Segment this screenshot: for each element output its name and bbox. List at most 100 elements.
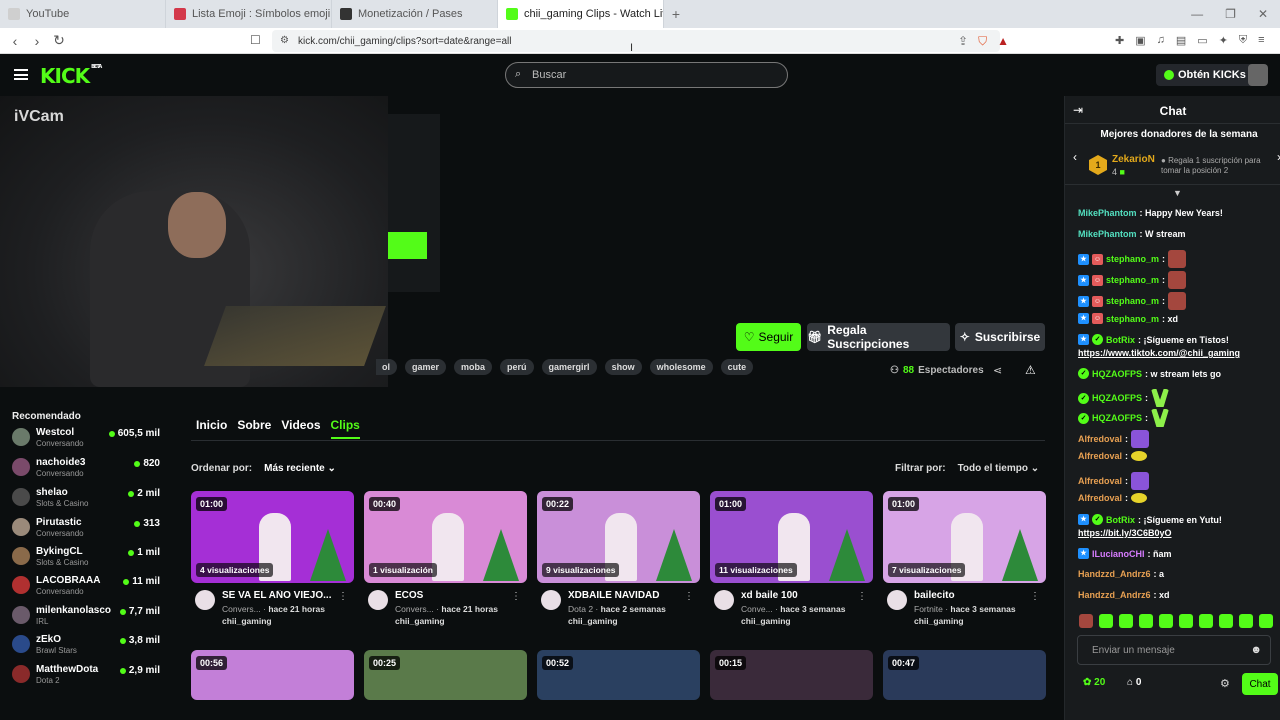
sidebar-item-channel[interactable]: shelao Slots & Casino 2 mil bbox=[12, 485, 162, 511]
more-options-icon[interactable]: ⋮ bbox=[1030, 591, 1040, 602]
more-options-icon[interactable]: ⋮ bbox=[511, 591, 521, 602]
emote-icon[interactable] bbox=[1079, 614, 1093, 628]
chat-username[interactable]: MikePhantom bbox=[1078, 208, 1137, 218]
user-avatar[interactable] bbox=[1248, 64, 1268, 86]
vpn-icon[interactable]: ⛨ bbox=[1239, 34, 1247, 47]
chat-username[interactable]: Alfredoval bbox=[1078, 476, 1122, 486]
tab-sobre[interactable]: Sobre bbox=[237, 418, 271, 439]
subscribe-button[interactable]: ✧ Suscribirse bbox=[955, 323, 1045, 351]
chat-message-input[interactable]: Enviar un mensaje ☻ bbox=[1077, 635, 1271, 665]
clip-thumbnail[interactable]: 00:52 bbox=[537, 650, 700, 700]
hamburger-menu-icon[interactable] bbox=[14, 69, 28, 80]
sidebar-item-channel[interactable]: Pirutastic Conversando 313 bbox=[12, 515, 162, 541]
emote-icon[interactable] bbox=[1199, 614, 1213, 628]
clip-channel[interactable]: chii_gaming bbox=[741, 616, 791, 626]
clip-title[interactable]: XDBAILE NAVIDAD bbox=[568, 590, 678, 601]
clip-category[interactable]: Dota 2 bbox=[568, 604, 593, 614]
chevron-left-icon[interactable]: ‹ bbox=[1073, 150, 1077, 164]
emote-icon[interactable] bbox=[1219, 614, 1233, 628]
tag[interactable]: show bbox=[604, 359, 642, 375]
rewards-triangle-icon[interactable]: ▲ bbox=[997, 34, 1009, 49]
clip-channel[interactable]: chii_gaming bbox=[222, 616, 272, 626]
menu-icon[interactable]: ≡ bbox=[1258, 34, 1264, 47]
chat-username[interactable]: HQZAOFPS bbox=[1092, 393, 1142, 403]
chat-username[interactable]: Handzzd_Andrz6 bbox=[1078, 590, 1151, 600]
emote-icon[interactable] bbox=[1239, 614, 1253, 628]
gift-subs-button[interactable]: 🎁︎ Regala Suscripciones bbox=[807, 323, 950, 351]
more-options-icon[interactable]: ⋮ bbox=[338, 591, 348, 602]
chat-link[interactable]: https://www.tiktok.com/@chii_gaming bbox=[1078, 348, 1240, 358]
clip-category[interactable]: Fortnite bbox=[914, 604, 943, 614]
browser-tab-kick[interactable]: chii_gaming Clips - Watch Live ✕ bbox=[498, 0, 664, 28]
media-icon[interactable]: ♫ bbox=[1157, 34, 1165, 47]
clip-thumbnail[interactable]: 01:00 4 visualizaciones bbox=[191, 491, 354, 583]
restore-icon[interactable]: ❐ bbox=[1225, 7, 1236, 21]
clip-title[interactable]: bailecito bbox=[914, 590, 1024, 601]
forward-icon[interactable]: › bbox=[26, 33, 48, 49]
sidebar-item-channel[interactable]: nachoide3 Conversando 820 bbox=[12, 455, 162, 481]
avatar[interactable] bbox=[195, 590, 215, 610]
tag[interactable]: moba bbox=[454, 359, 493, 375]
pinned-filter-icon[interactable]: ▼ bbox=[1173, 188, 1182, 198]
tag[interactable]: gamergirl bbox=[541, 359, 597, 375]
clip-title[interactable]: xd baile 100 bbox=[741, 590, 851, 601]
emoji-picker-icon[interactable]: ☻ bbox=[1250, 644, 1262, 656]
clip-channel[interactable]: chii_gaming bbox=[914, 616, 964, 626]
emote-icon[interactable] bbox=[1099, 614, 1113, 628]
clip-category[interactable]: Convers... bbox=[222, 604, 261, 614]
video-player[interactable] bbox=[388, 114, 440, 292]
clip-channel[interactable]: chii_gaming bbox=[395, 616, 445, 626]
clip-thumbnail[interactable]: 01:00 11 visualizaciones bbox=[710, 491, 873, 583]
reload-icon[interactable]: ↻ bbox=[48, 32, 70, 49]
report-warning-icon[interactable]: ⚠ bbox=[1025, 363, 1036, 377]
sidebar-item-channel[interactable]: Westcol Conversando 605,5 mil bbox=[12, 425, 162, 451]
chat-username[interactable]: ILucianoCHI bbox=[1092, 549, 1145, 559]
chat-username[interactable]: MikePhantom bbox=[1078, 229, 1137, 239]
clip-thumbnail[interactable]: 00:22 9 visualizaciones bbox=[537, 491, 700, 583]
gift-balance[interactable]: ⌂ 0 bbox=[1127, 677, 1141, 688]
chat-username[interactable]: BotRix bbox=[1106, 515, 1135, 525]
extension-puzzle-icon[interactable]: ✚ bbox=[1115, 34, 1124, 47]
get-kicks-button[interactable]: Obtén KICKs bbox=[1156, 64, 1254, 86]
clip-thumbnail[interactable]: 00:40 1 visualización bbox=[364, 491, 527, 583]
tab-clips[interactable]: Clips bbox=[330, 418, 360, 439]
emote-icon[interactable] bbox=[1179, 614, 1193, 628]
back-icon[interactable]: ‹ bbox=[4, 33, 26, 49]
search-input[interactable]: ⌕ Buscar bbox=[505, 62, 788, 88]
clip-thumbnail[interactable]: 00:15 bbox=[710, 650, 873, 700]
clip-title[interactable]: ECOS bbox=[395, 590, 505, 601]
emote-icon[interactable] bbox=[1119, 614, 1133, 628]
sidebar-icon[interactable]: ▤ bbox=[1176, 34, 1186, 47]
emote-icon[interactable] bbox=[1259, 614, 1273, 628]
tag[interactable]: perú bbox=[500, 359, 534, 375]
clip-thumbnail[interactable]: 00:47 bbox=[883, 650, 1046, 700]
bookmark-icon[interactable]: ☐ bbox=[250, 33, 261, 47]
share-icon[interactable]: ⋖ bbox=[993, 364, 1002, 377]
clip-channel[interactable]: chii_gaming bbox=[568, 616, 618, 626]
sort-dropdown[interactable]: Más reciente ⌄ bbox=[264, 463, 336, 474]
clip-thumbnail[interactable]: 00:56 bbox=[191, 650, 354, 700]
sidebar-item-channel[interactable]: MatthewDota Dota 2 2,9 mil bbox=[12, 662, 162, 688]
chat-username[interactable]: HQZAOFPS bbox=[1092, 413, 1142, 423]
clip-thumbnail[interactable]: 01:00 7 visualizaciones bbox=[883, 491, 1046, 583]
chat-username[interactable]: stephano_m bbox=[1106, 314, 1159, 324]
tag[interactable]: cute bbox=[720, 359, 754, 375]
more-options-icon[interactable]: ⋮ bbox=[857, 591, 867, 602]
chat-link[interactable]: https://bit.ly/3C6B0yO bbox=[1078, 528, 1172, 538]
clip-title[interactable]: SE VA EL AÑO VIEJO... bbox=[222, 590, 332, 601]
chat-username[interactable]: Alfredoval bbox=[1078, 434, 1122, 444]
browser-tab-monetization[interactable]: Monetización / Pases bbox=[332, 0, 498, 28]
sidebar-item-channel[interactable]: BykingCL Slots & Casino 1 mil bbox=[12, 544, 162, 570]
chat-username[interactable]: BotRix bbox=[1106, 335, 1135, 345]
emote-icon[interactable] bbox=[1159, 614, 1173, 628]
tab-videos[interactable]: Videos bbox=[281, 418, 320, 439]
chat-settings-gear-icon[interactable]: ⚙ bbox=[1220, 677, 1230, 690]
emote-icon[interactable] bbox=[1139, 614, 1153, 628]
url-field[interactable]: ⚙ kick.com/chii_gaming/clips?sort=date&r… bbox=[272, 30, 1000, 52]
minimize-icon[interactable]: — bbox=[1191, 7, 1203, 21]
sidebar-item-channel[interactable]: milenkanolasco IRL 7,7 mil bbox=[12, 603, 162, 629]
extension-screenshot-icon[interactable]: ▣ bbox=[1135, 34, 1145, 47]
avatar[interactable] bbox=[368, 590, 388, 610]
donor-cta[interactable]: ● Regala 1 suscripción para tomar la pos… bbox=[1161, 156, 1271, 176]
chat-username[interactable]: stephano_m bbox=[1106, 296, 1159, 306]
